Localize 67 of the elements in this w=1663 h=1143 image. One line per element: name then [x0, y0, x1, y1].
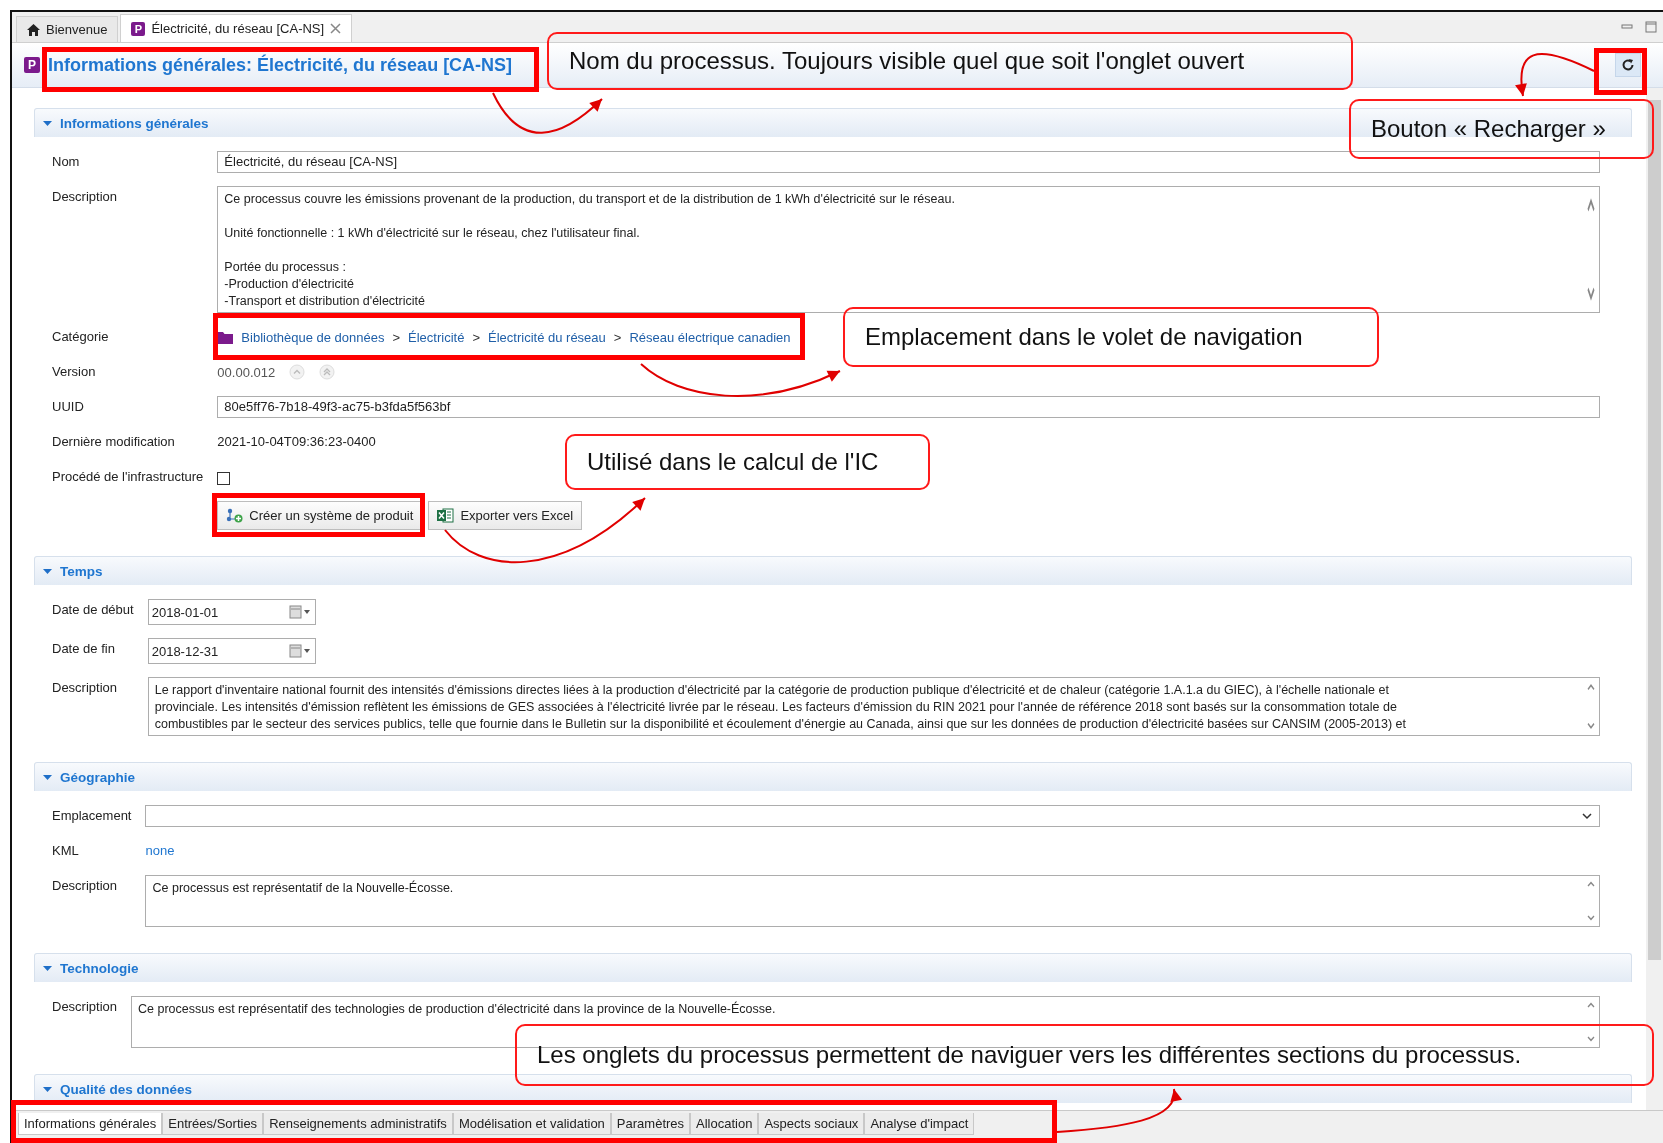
field-value: 2021-10-04T09:36:23-0400: [217, 433, 377, 451]
annotation-callout: Emplacement dans le volet de navigation: [843, 307, 1379, 367]
field-label: KML: [52, 842, 80, 860]
field-label: Catégorie: [52, 328, 110, 346]
maximize-icon[interactable]: [1645, 21, 1657, 33]
breadcrumb-separator: >: [472, 329, 480, 345]
breadcrumb-link[interactable]: Bibliothèque de données: [241, 329, 385, 345]
annotation-callout: Bouton « Recharger »: [1349, 99, 1654, 159]
export-button[interactable]: Exporter vers Excel: [428, 501, 583, 530]
editor-page-tab[interactable]: Entrées/Sorties: [162, 1113, 264, 1135]
create-button[interactable]: Créer un système de produit: [217, 501, 423, 530]
field-label: UUID: [52, 398, 85, 416]
section-header[interactable]: Géographie: [34, 762, 1632, 791]
editor-page-tab[interactable]: Informations générales: [18, 1113, 163, 1135]
annotation-callout: Les onglets du processus permettent de naviguer vers les différentes sections du processus.: [515, 1024, 1654, 1086]
breadcrumb-separator: >: [613, 329, 622, 345]
refresh-button[interactable]: [1615, 53, 1641, 77]
editor-page-tab[interactable]: Renseignements administratifs: [263, 1113, 453, 1135]
home-icon: [27, 23, 40, 36]
field-label: Dernière modification: [52, 433, 176, 451]
breadcrumb-link[interactable]: Réseau électrique canadien: [629, 329, 791, 345]
editor-title: Informations générales: Électricité, du réseau [CA-NS]: [48, 54, 513, 76]
editor-page-tab[interactable]: Modélisation et validation: [452, 1113, 611, 1135]
network-plus-icon: [226, 508, 244, 523]
close-icon[interactable]: [330, 23, 342, 34]
section-header[interactable]: Temps: [34, 556, 1632, 585]
editor-tab[interactable]: P Électricité, du réseau [CA-NS]: [120, 14, 353, 42]
text-field[interactable]: 80e5ff76-7b18-49f3-ac75-b3fda5f563bf: [217, 396, 1600, 418]
calendar-dropdown-icon[interactable]: [288, 605, 311, 619]
text-area[interactable]: Le rapport d'inventaire national fournit des intensités d'émissions directes liées à la production d'électricité par la catégorie de production publique d'électricité et de chaleur (catégorie 1.A.1.a du GIEC), à l'échelle nationale et provinciale. Les intensités d'émission reflètent les émissions de GES associées à l'électricité livrée par le réseau. Les facteurs d'émission du RIN 2021 pour l'année de référence 2018 sont basés sur la consommation totale de combustibles par le secteur des services publics, telle que fournie dans le Bulletin sur la disponibilité et écoulement d'énergie au Canada, ainsi que sur les données de production d'électricité basées sur CANSIM (2005-2013) et: [147, 677, 1600, 736]
field-label: Nom: [52, 153, 81, 171]
checkbox[interactable]: [217, 471, 231, 485]
field-label: Date de début: [52, 601, 134, 619]
field-label: Date de fin: [52, 640, 116, 658]
version-value: 00.00.012: [217, 364, 276, 380]
chevron-down-icon[interactable]: [1581, 812, 1593, 820]
minimize-icon[interactable]: [1621, 21, 1633, 31]
section-header[interactable]: Technologie: [34, 953, 1632, 982]
field-label: Version: [52, 363, 97, 381]
vertical-scrollbar[interactable]: [1646, 88, 1663, 1110]
editor-tab[interactable]: Bienvenue: [16, 16, 119, 42]
refresh-icon: [1621, 58, 1635, 72]
editor-page-tab[interactable]: Paramètres: [610, 1113, 691, 1135]
annotation-callout: Nom du processus. Toujours visible quel que soit l'onglet ouvert: [547, 32, 1353, 90]
spreadsheet-icon: [437, 508, 455, 523]
calendar-dropdown-icon[interactable]: [288, 644, 311, 658]
field-label: Procédé de l'infrastructure: [52, 468, 204, 486]
breadcrumb-separator: >: [392, 329, 401, 345]
date-field[interactable]: 2018-01-01: [147, 599, 316, 625]
field-label: Emplacement: [52, 807, 132, 825]
field-label: Description: [52, 998, 118, 1016]
field-label: Description: [52, 877, 119, 895]
date-field[interactable]: 2018-12-31: [147, 638, 316, 664]
editor-page-tab[interactable]: Allocation: [690, 1113, 759, 1135]
text-field[interactable]: Électricité, du réseau [CA-NS]: [217, 151, 1600, 173]
process-badge: P: [24, 57, 40, 73]
text-area[interactable]: Ce processus est représentatif de la Nouvelle-Écosse.: [145, 875, 1600, 927]
text-area[interactable]: Ce processus couvre les émissions provenant de la production, du transport et de la distribution de 1 kWh d'électricité sur le réseau. Unité fonctionnelle : 1 kWh d'électricité sur le réseau, chez l'utilisateur final. Portée du processus : -Production d'électricité -Transport et distribution d'électricité: [217, 186, 1600, 313]
kml-link[interactable]: none: [145, 843, 175, 858]
editor-page-tab[interactable]: Analyse d'impact: [864, 1113, 975, 1135]
field-label: Description: [52, 679, 119, 697]
highlight-frame: [1594, 48, 1647, 95]
breadcrumb-link[interactable]: Électricité du réseau: [488, 329, 606, 345]
editor-page-tab[interactable]: Aspects sociaux: [758, 1113, 865, 1135]
breadcrumb-link[interactable]: Électricité: [408, 329, 465, 345]
annotation-callout: Utilisé dans le calcul de l'IC: [565, 434, 930, 490]
field-label: Description: [52, 188, 119, 206]
